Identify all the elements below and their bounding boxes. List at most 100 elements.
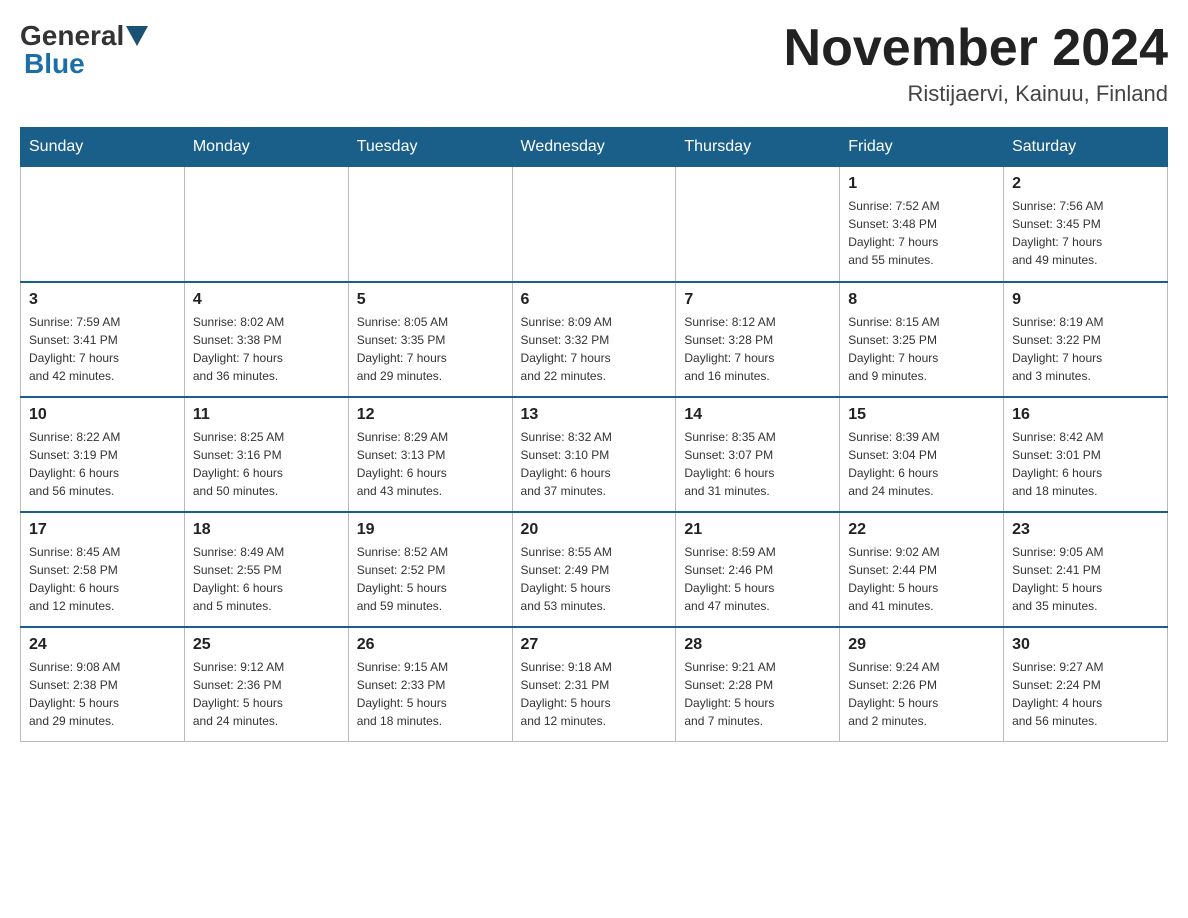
- day-info: Sunrise: 8:15 AMSunset: 3:25 PMDaylight:…: [848, 313, 995, 385]
- day-info: Sunrise: 8:12 AMSunset: 3:28 PMDaylight:…: [684, 313, 831, 385]
- day-number: 9: [1012, 291, 1159, 309]
- calendar-cell: 16 Sunrise: 8:42 AMSunset: 3:01 PMDayligh…: [1004, 397, 1168, 512]
- calendar-cell: 12 Sunrise: 8:29 AMSunset: 3:13 PMDayligh…: [348, 397, 512, 512]
- calendar-cell: 25Sunrise: 9:12 AMSunset: 2:36 PMDayligh…: [184, 627, 348, 742]
- day-info: Sunrise: 7:59 AMSunset: 3:41 PMDaylight:…: [29, 313, 176, 385]
- day-number: 3: [29, 291, 176, 309]
- day-number: 26: [357, 636, 504, 654]
- day-number: 16: [1012, 406, 1159, 424]
- calendar-cell: 11 Sunrise: 8:25 AMSunset: 3:16 PMDayligh…: [184, 397, 348, 512]
- day-info: Sunrise: 8:19 AMSunset: 3:22 PMDaylight:…: [1012, 313, 1159, 385]
- day-info: Sunrise: 9:08 AMSunset: 2:38 PMDaylight:…: [29, 658, 176, 730]
- day-of-week-header: Wednesday: [512, 128, 676, 167]
- day-number: 30: [1012, 636, 1159, 654]
- day-number: 29: [848, 636, 995, 654]
- logo-blue-text: Blue: [20, 48, 85, 80]
- day-number: 7: [684, 291, 831, 309]
- day-of-week-header: Monday: [184, 128, 348, 167]
- day-of-week-header: Saturday: [1004, 128, 1168, 167]
- day-number: 6: [521, 291, 668, 309]
- location-text: Ristijaervi, Kainuu, Finland: [784, 81, 1168, 107]
- day-number: 11: [193, 406, 340, 424]
- calendar-cell: 6 Sunrise: 8:09 AMSunset: 3:32 PMDaylight…: [512, 282, 676, 397]
- day-number: 15: [848, 406, 995, 424]
- day-info: Sunrise: 8:25 AMSunset: 3:16 PMDaylight:…: [193, 428, 340, 500]
- day-info: Sunrise: 8:49 AMSunset: 2:55 PMDaylight:…: [193, 543, 340, 615]
- calendar-cell: 9 Sunrise: 8:19 AMSunset: 3:22 PMDaylight…: [1004, 282, 1168, 397]
- day-number: 23: [1012, 521, 1159, 539]
- calendar-cell: [184, 167, 348, 282]
- calendar-week-row: 10 Sunrise: 8:22 AMSunset: 3:19 PMDayligh…: [21, 397, 1168, 512]
- day-info: Sunrise: 8:39 AMSunset: 3:04 PMDaylight:…: [848, 428, 995, 500]
- day-info: Sunrise: 9:21 AMSunset: 2:28 PMDaylight:…: [684, 658, 831, 730]
- day-info: Sunrise: 8:22 AMSunset: 3:19 PMDaylight:…: [29, 428, 176, 500]
- calendar-cell: 26 Sunrise: 9:15 AMSunset: 2:33 PMDayligh…: [348, 627, 512, 742]
- day-number: 20: [521, 521, 668, 539]
- calendar-cell: 22 Sunrise: 9:02 AMSunset: 2:44 PMDayligh…: [840, 512, 1004, 627]
- calendar-cell: 13 Sunrise: 8:32 AMSunset: 3:10 PMDayligh…: [512, 397, 676, 512]
- day-number: 17: [29, 521, 176, 539]
- day-number: 5: [357, 291, 504, 309]
- day-number: 10: [29, 406, 176, 424]
- day-number: 1: [848, 175, 995, 193]
- month-title: November 2024: [784, 20, 1168, 77]
- day-number: 24: [29, 636, 176, 654]
- day-number: 21: [684, 521, 831, 539]
- day-of-week-header: Sunday: [21, 128, 185, 167]
- day-number: 19: [357, 521, 504, 539]
- calendar-cell: 30 Sunrise: 9:27 AMSunset: 2:24 PMDayligh…: [1004, 627, 1168, 742]
- calendar-cell: 4 Sunrise: 8:02 AMSunset: 3:38 PMDaylight…: [184, 282, 348, 397]
- calendar-cell: 28 Sunrise: 9:21 AMSunset: 2:28 PMDayligh…: [676, 627, 840, 742]
- calendar-week-row: 24 Sunrise: 9:08 AMSunset: 2:38 PMDayligh…: [21, 627, 1168, 742]
- calendar-cell: 1 Sunrise: 7:52 AMSunset: 3:48 PMDaylight…: [840, 167, 1004, 282]
- day-info: Sunrise: 8:09 AMSunset: 3:32 PMDaylight:…: [521, 313, 668, 385]
- calendar-cell: 8 Sunrise: 8:15 AMSunset: 3:25 PMDaylight…: [840, 282, 1004, 397]
- day-of-week-header: Thursday: [676, 128, 840, 167]
- calendar-cell: 27 Sunrise: 9:18 AMSunset: 2:31 PMDayligh…: [512, 627, 676, 742]
- day-info: Sunrise: 9:24 AMSunset: 2:26 PMDaylight:…: [848, 658, 995, 730]
- day-info: Sunrise: 9:27 AMSunset: 2:24 PMDaylight:…: [1012, 658, 1159, 730]
- logo: General Blue: [20, 20, 148, 80]
- calendar-cell: 17 Sunrise: 8:45 AMSunset: 2:58 PMDayligh…: [21, 512, 185, 627]
- day-info: Sunrise: 8:29 AMSunset: 3:13 PMDaylight:…: [357, 428, 504, 500]
- day-number: 12: [357, 406, 504, 424]
- day-number: 2: [1012, 175, 1159, 193]
- day-number: 28: [684, 636, 831, 654]
- day-number: 27: [521, 636, 668, 654]
- day-of-week-header: Friday: [840, 128, 1004, 167]
- day-info: Sunrise: 8:02 AMSunset: 3:38 PMDaylight:…: [193, 313, 340, 385]
- day-info: Sunrise: 8:42 AMSunset: 3:01 PMDaylight:…: [1012, 428, 1159, 500]
- day-info: Sunrise: 7:52 AMSunset: 3:48 PMDaylight:…: [848, 197, 995, 269]
- calendar-cell: [21, 167, 185, 282]
- day-info: Sunrise: 9:15 AMSunset: 2:33 PMDaylight:…: [357, 658, 504, 730]
- day-number: 18: [193, 521, 340, 539]
- day-number: 22: [848, 521, 995, 539]
- day-number: 4: [193, 291, 340, 309]
- day-info: Sunrise: 9:18 AMSunset: 2:31 PMDaylight:…: [521, 658, 668, 730]
- day-of-week-header: Tuesday: [348, 128, 512, 167]
- day-info: Sunrise: 8:52 AMSunset: 2:52 PMDaylight:…: [357, 543, 504, 615]
- day-info: Sunrise: 8:32 AMSunset: 3:10 PMDaylight:…: [521, 428, 668, 500]
- calendar-cell: 24 Sunrise: 9:08 AMSunset: 2:38 PMDayligh…: [21, 627, 185, 742]
- day-info: Sunrise: 9:02 AMSunset: 2:44 PMDaylight:…: [848, 543, 995, 615]
- calendar-cell: 20 Sunrise: 8:55 AMSunset: 2:49 PMDayligh…: [512, 512, 676, 627]
- calendar-cell: 29 Sunrise: 9:24 AMSunset: 2:26 PMDayligh…: [840, 627, 1004, 742]
- day-number: 25: [193, 636, 340, 654]
- calendar-week-row: 3 Sunrise: 7:59 AMSunset: 3:41 PMDaylight…: [21, 282, 1168, 397]
- calendar-cell: 19 Sunrise: 8:52 AMSunset: 2:52 PMDayligh…: [348, 512, 512, 627]
- day-info: Sunrise: 8:55 AMSunset: 2:49 PMDaylight:…: [521, 543, 668, 615]
- day-info: Sunrise: 8:35 AMSunset: 3:07 PMDaylight:…: [684, 428, 831, 500]
- day-number: 13: [521, 406, 668, 424]
- title-section: November 2024 Ristijaervi, Kainuu, Finla…: [784, 20, 1168, 107]
- day-number: 8: [848, 291, 995, 309]
- calendar-cell: 15 Sunrise: 8:39 AMSunset: 3:04 PMDayligh…: [840, 397, 1004, 512]
- calendar-cell: 18 Sunrise: 8:49 AMSunset: 2:55 PMDayligh…: [184, 512, 348, 627]
- calendar-table: SundayMondayTuesdayWednesdayThursdayFrid…: [20, 127, 1168, 742]
- day-info: Sunrise: 8:45 AMSunset: 2:58 PMDaylight:…: [29, 543, 176, 615]
- calendar-cell: 10 Sunrise: 8:22 AMSunset: 3:19 PMDayligh…: [21, 397, 185, 512]
- calendar-cell: 5Sunrise: 8:05 AMSunset: 3:35 PMDaylight…: [348, 282, 512, 397]
- day-info: Sunrise: 7:56 AMSunset: 3:45 PMDaylight:…: [1012, 197, 1159, 269]
- day-number: 14: [684, 406, 831, 424]
- calendar-cell: [676, 167, 840, 282]
- calendar-cell: 7 Sunrise: 8:12 AMSunset: 3:28 PMDaylight…: [676, 282, 840, 397]
